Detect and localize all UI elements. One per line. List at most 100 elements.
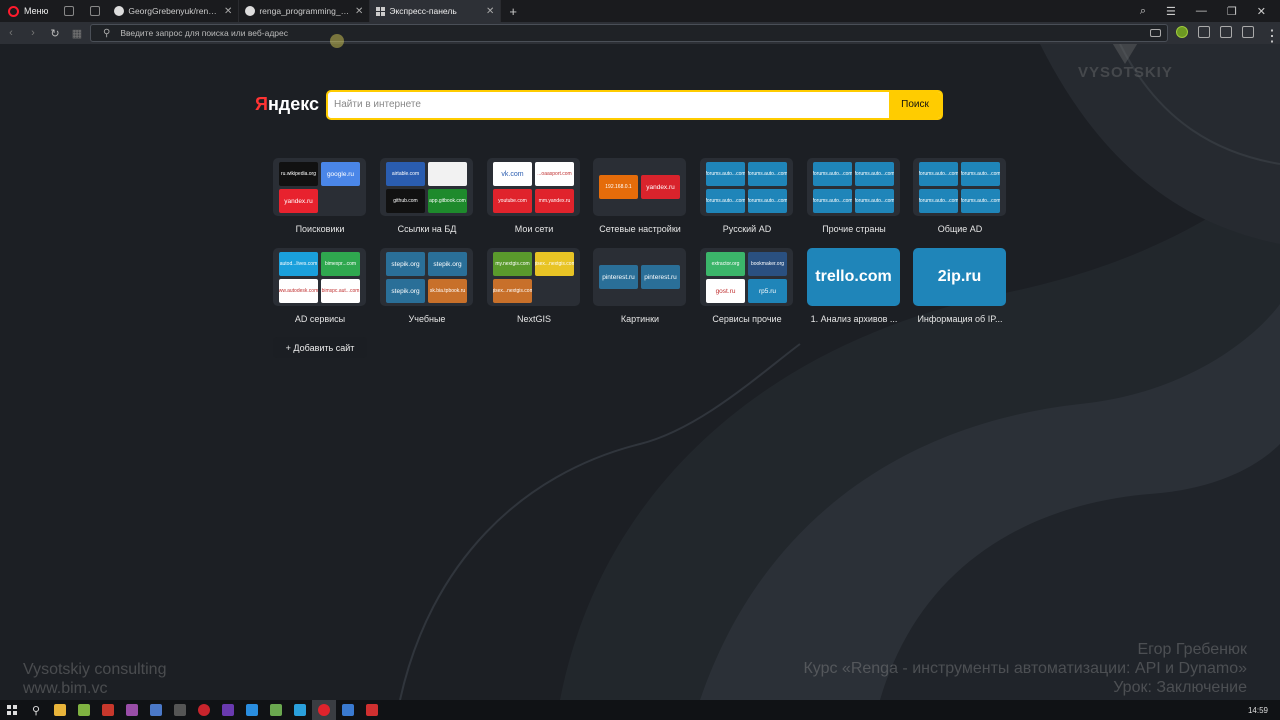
speed-dial-mini-site[interactable]: stepik.org	[386, 279, 425, 303]
speed-dial-mini-site[interactable]: forums.auto...com	[706, 162, 745, 186]
speed-dial-caption[interactable]: Информация об IP...	[905, 314, 1015, 324]
windows-start-icon[interactable]	[0, 700, 24, 720]
wallet-icon[interactable]	[1198, 26, 1210, 38]
taskbar-app-dark-icon[interactable]	[168, 700, 192, 720]
taskbar-search-icon[interactable]: ⚲	[24, 704, 48, 717]
speed-dial-mini-site[interactable]: 192.168.0.1	[599, 175, 638, 199]
add-site-button[interactable]: + Добавить сайт	[273, 337, 367, 358]
speed-dial-tile[interactable]: 192.168.0.1 yandex.ru	[593, 158, 686, 216]
tab-search-icon[interactable]: ⌕	[1140, 5, 1146, 18]
speed-dial-mini-site[interactable]: sk.bia.tpbook.ru	[428, 279, 467, 303]
speed-dial-mini-site[interactable]: google.ru	[321, 162, 360, 186]
easy-setup-icon[interactable]: ☰	[1166, 5, 1176, 18]
close-tab-icon[interactable]: ✕	[486, 6, 494, 17]
speed-dial-mini-site[interactable]	[428, 162, 467, 186]
speed-dial-caption[interactable]: Учебные	[372, 314, 482, 324]
speed-dial-tile[interactable]: autod...lives.com bimexpr...com ww.autodes…	[273, 248, 366, 306]
speed-dial-mini-site[interactable]: forums.auto...com	[706, 189, 745, 213]
address-input[interactable]: Введите запрос для поиска или веб-адрес	[120, 28, 288, 38]
speed-dial-mini-site[interactable]: gisex...nextgis.com	[535, 252, 574, 276]
speed-dial-mini-site[interactable]: forums.auto...com	[855, 162, 894, 186]
taskbar-vscode-icon[interactable]	[240, 700, 264, 720]
speed-dial-caption[interactable]: Сервисы прочие	[692, 314, 802, 324]
speed-dial-tile[interactable]: stepik.org stepik.org stepik.org sk.bia.tpb…	[380, 248, 473, 306]
speed-dial-mini-site[interactable]: my.nextgis.com	[493, 252, 532, 276]
taskbar-app-green-icon[interactable]	[72, 700, 96, 720]
speed-dial-mini-site[interactable]: ru.wikipedia.org	[279, 162, 318, 186]
minimize-icon[interactable]: —	[1196, 5, 1207, 18]
speed-dial-caption[interactable]: Картинки	[585, 314, 695, 324]
speed-dial-caption[interactable]: NextGIS	[479, 314, 589, 324]
speed-dial-mini-site[interactable]: gisex...nextgis.com	[493, 279, 532, 303]
speed-dial-tile[interactable]: pinterest.ru pinterest.ru	[593, 248, 686, 306]
speed-dial-mini-site[interactable]: forums.auto...com	[961, 189, 1000, 213]
speed-dial-mini-site[interactable]: bimspc.aut...com	[321, 279, 360, 303]
speed-dial-tile[interactable]: 2ip.ru	[913, 248, 1006, 306]
speed-dial-mini-site[interactable]: forums.auto...com	[748, 162, 787, 186]
taskbar-app-violet-icon[interactable]	[216, 700, 240, 720]
speed-dial-mini-site[interactable]: forums.auto...com	[855, 189, 894, 213]
speed-dial-tile[interactable]: forums.auto...com forums.auto...com forums…	[913, 158, 1006, 216]
speed-dial-tile[interactable]: forums.auto...com forums.auto...com forums…	[700, 158, 793, 216]
speed-dial-mini-site[interactable]: forums.auto...com	[961, 162, 1000, 186]
speed-dial-caption[interactable]: AD сервисы	[265, 314, 375, 324]
address-bar[interactable]: ⚲ Введите запрос для поиска или веб-адре…	[90, 24, 1168, 42]
speed-dial-mini-site[interactable]: app.gitbook.com	[428, 189, 467, 213]
reload-icon[interactable]: ↻	[44, 27, 66, 40]
speed-dial-mini-site[interactable]: extractor.org	[706, 252, 745, 276]
speed-dial-mini-site[interactable]: yandex.ru	[279, 189, 318, 213]
speed-dial-tile[interactable]: extractor.org bookmaker.org gost.ru rp5.ru	[700, 248, 793, 306]
speed-dial-mini-site[interactable]: forums.auto...com	[813, 189, 852, 213]
speed-dial-mini-site[interactable]: pinterest.ru	[599, 265, 638, 289]
taskbar-explorer-icon[interactable]	[48, 700, 72, 720]
taskbar-app-red-icon[interactable]	[96, 700, 120, 720]
new-tab-button[interactable]: +	[501, 4, 525, 19]
speed-dial-mini-site[interactable]: airtable.com	[386, 162, 425, 186]
speed-dial-caption[interactable]: Русский AD	[692, 224, 802, 234]
speed-dial-mini-site[interactable]: stepik.org	[386, 252, 425, 276]
speed-dial-mini-site[interactable]: pinterest.ru	[641, 265, 680, 289]
close-tab-icon[interactable]: ✕	[355, 6, 363, 17]
speed-dial-mini-site[interactable]: stepik.org	[428, 252, 467, 276]
speed-dial-mini-site[interactable]: vk.com	[493, 162, 532, 186]
speed-dial-caption[interactable]: 1. Анализ архивов ...	[799, 314, 909, 324]
speed-dial-mini-site[interactable]: ...oaasport.com	[535, 162, 574, 186]
taskbar-app-rec-icon[interactable]	[192, 700, 216, 720]
cube-icon[interactable]	[1220, 26, 1232, 38]
forward-icon[interactable]: ›	[22, 27, 44, 39]
speed-dial-mini-site[interactable]: github.com	[386, 189, 425, 213]
speed-dial-caption[interactable]: Ссылки на БД	[372, 224, 482, 234]
taskbar-app-screen-icon[interactable]	[264, 700, 288, 720]
speed-dial-mini-site[interactable]: forums.auto...com	[919, 189, 958, 213]
speed-dial-mini-site[interactable]: rp5.ru	[748, 279, 787, 303]
speed-dial-tile[interactable]: airtable.com github.com app.gitbook.com	[380, 158, 473, 216]
speed-dial-mini-site[interactable]: forums.auto...com	[919, 162, 958, 186]
speed-dial-mini-site[interactable]: autod...lives.com	[279, 252, 318, 276]
more-icon[interactable]: ⋮	[1264, 26, 1280, 45]
close-tab-icon[interactable]: ✕	[224, 6, 232, 17]
snapshot-icon[interactable]	[1150, 29, 1161, 37]
speed-dial-caption[interactable]: Общие AD	[905, 224, 1015, 234]
speed-dial-tile[interactable]: ru.wikipedia.org google.ru yandex.ru	[273, 158, 366, 216]
tab-snapshot-icon[interactable]	[90, 6, 101, 16]
download-icon[interactable]	[1242, 26, 1254, 38]
workspace-icon[interactable]	[64, 6, 75, 16]
speed-dial-caption[interactable]: Прочие страны	[799, 224, 909, 234]
speed-dial-mini-site[interactable]: forums.auto...com	[813, 162, 852, 186]
tab-github-renga-course[interactable]: renga_programming_cours ✕	[239, 0, 371, 22]
tab-github-renga-pr[interactable]: GeorgGrebenyuk/renga_pr ✕	[108, 0, 240, 22]
extension-icon[interactable]	[1176, 26, 1188, 38]
taskbar-app-red2-icon[interactable]	[360, 700, 384, 720]
speed-dial-icon[interactable]: ▦	[66, 27, 88, 40]
taskbar-app-blue-icon[interactable]	[144, 700, 168, 720]
speed-dial-tile[interactable]: vk.com ...oaasport.com youtube.com mm.yande…	[487, 158, 580, 216]
speed-dial-tile[interactable]: trello.com	[807, 248, 900, 306]
back-icon[interactable]: ‹	[0, 27, 22, 39]
taskbar-telegram-icon[interactable]	[288, 700, 312, 720]
speed-dial-caption[interactable]: Поисковики	[265, 224, 375, 234]
speed-dial-mini-site[interactable]: ww.autodesk.com	[279, 279, 318, 303]
opera-menu-button[interactable]: Меню	[0, 0, 56, 22]
speed-dial-mini-site[interactable]: bimexpr...com	[321, 252, 360, 276]
taskbar-opera-icon[interactable]	[312, 700, 336, 720]
speed-dial-mini-site[interactable]: forums.auto...com	[748, 189, 787, 213]
